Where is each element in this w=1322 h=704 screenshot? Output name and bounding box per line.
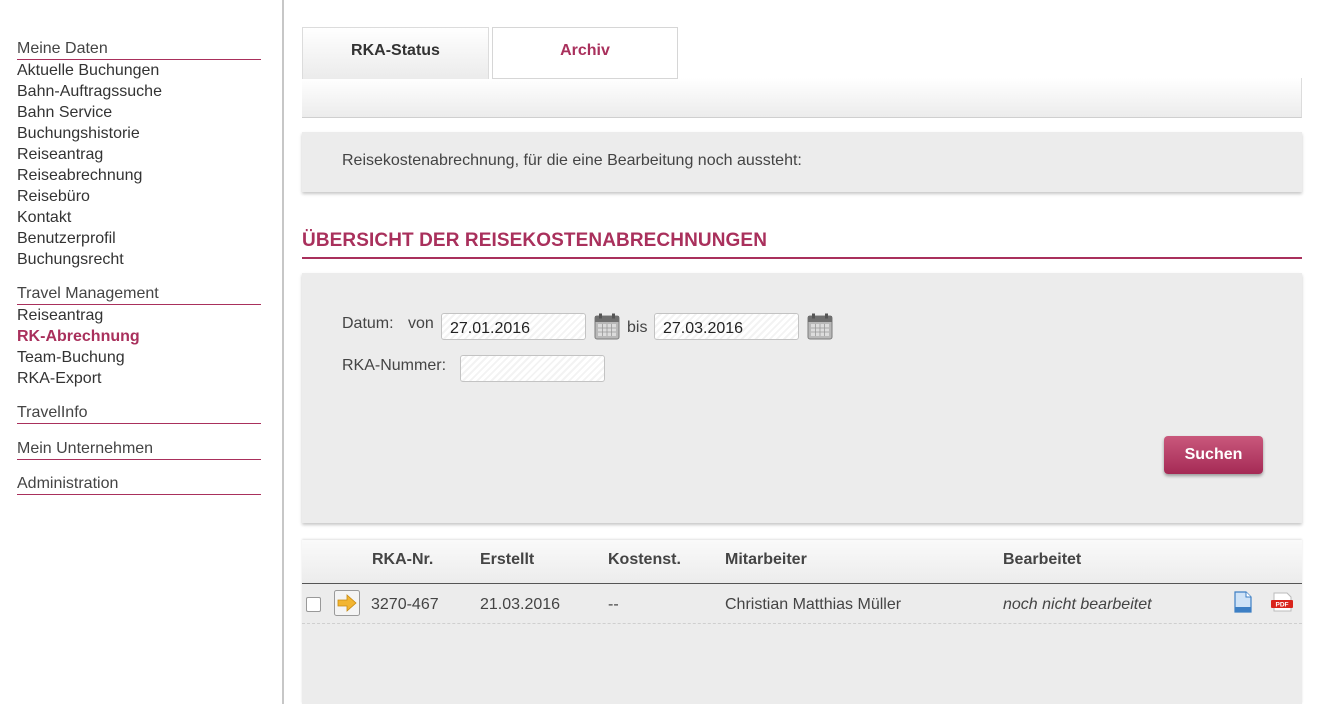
date-to-input[interactable] (654, 313, 799, 340)
svg-text:PDF: PDF (1276, 602, 1289, 609)
col-rka-nr[interactable]: RKA-Nr. (372, 551, 433, 569)
nav-head-mein-unternehmen[interactable]: Mein Unternehmen (17, 439, 261, 460)
info-panel: Reisekostenabrechnung, für die eine Bear… (302, 132, 1302, 192)
info-text: Reisekostenabrechnung, für die eine Bear… (342, 152, 802, 169)
nav-group-travelinfo: TravelInfo (17, 403, 261, 424)
nav-head-administration[interactable]: Administration (17, 474, 261, 495)
cell-rka-nr: 3270-467 (371, 596, 439, 613)
nav-group-travel-management: Travel Management Reiseantrag RK-Abrechn… (17, 284, 261, 389)
sidebar-item-rk-abrechnung[interactable]: RK-Abrechnung (17, 326, 261, 347)
results-table: RKA-Nr. Erstellt Kostenst. Mitarbeiter B… (302, 540, 1302, 704)
col-bearbeitet[interactable]: Bearbeitet (1003, 551, 1081, 569)
cell-bearbeitet: noch nicht bearbeitet (1003, 596, 1152, 613)
sidebar-item-aktuelle-buchungen[interactable]: Aktuelle Buchungen (17, 60, 261, 81)
nav-group-mein-unternehmen: Mein Unternehmen (17, 439, 261, 460)
sidebar-item-reisebuero[interactable]: Reisebüro (17, 186, 261, 207)
pdf-icon[interactable]: PDF (1270, 592, 1294, 612)
calendar-icon[interactable] (594, 313, 620, 340)
cell-mitarbeiter: Christian Matthias Müller (725, 596, 902, 613)
sidebar-item-rka-export[interactable]: RKA-Export (17, 368, 261, 389)
date-label: Datum: (342, 315, 394, 332)
tab-archiv[interactable]: Archiv (492, 27, 678, 79)
table-header: RKA-Nr. Erstellt Kostenst. Mitarbeiter B… (302, 540, 1302, 584)
cell-erstellt: 21.03.2016 (480, 596, 561, 613)
cell-kostenstelle: -- (608, 596, 619, 613)
sidebar-item-benutzerprofil[interactable]: Benutzerprofil (17, 228, 261, 249)
search-button[interactable]: Suchen (1164, 436, 1263, 474)
nav-head-travel-management[interactable]: Travel Management (17, 284, 261, 305)
sidebar-item-reiseabrechnung[interactable]: Reiseabrechnung (17, 165, 261, 186)
rka-number-input[interactable] (460, 355, 605, 382)
document-icon[interactable] (1234, 591, 1252, 613)
nav-head-travelinfo[interactable]: TravelInfo (17, 403, 261, 424)
row-checkbox[interactable] (306, 597, 321, 612)
col-erstellt[interactable]: Erstellt (480, 551, 534, 569)
arrow-right-icon[interactable] (334, 590, 360, 616)
col-kostenstelle[interactable]: Kostenst. (608, 551, 681, 569)
section-title: ÜBERSICHT DER REISEKOSTENABRECHNUNGEN (302, 230, 1302, 259)
table-row: 3270-467 21.03.2016 -- Christian Matthia… (302, 584, 1302, 624)
sidebar-nav: Meine Daten Aktuelle Buchungen Bahn-Auft… (0, 0, 284, 704)
sidebar-item-tm-reiseantrag[interactable]: Reiseantrag (17, 305, 261, 326)
filter-panel: Datum: von bis RKA-Nummer: Suchen (302, 273, 1302, 523)
sidebar-item-bahn-service[interactable]: Bahn Service (17, 102, 261, 123)
sidebar-item-bahn-auftragssuche[interactable]: Bahn-Auftragssuche (17, 81, 261, 102)
tab-rka-status[interactable]: RKA-Status (302, 27, 489, 79)
sidebar-item-buchungsrecht[interactable]: Buchungsrecht (17, 249, 261, 270)
nav-group-administration: Administration (17, 474, 261, 495)
date-from-label: von (408, 315, 434, 332)
main-content: RKA-Status Archiv Reisekostenabrechnung,… (302, 0, 1302, 704)
tab-strip (302, 78, 1302, 118)
sidebar-item-buchungshistorie[interactable]: Buchungshistorie (17, 123, 261, 144)
nav-head-meine-daten[interactable]: Meine Daten (17, 39, 261, 60)
calendar-icon[interactable] (807, 313, 833, 340)
col-mitarbeiter[interactable]: Mitarbeiter (725, 551, 807, 569)
nav-group-meine-daten: Meine Daten Aktuelle Buchungen Bahn-Auft… (17, 39, 261, 270)
sidebar-item-reiseantrag[interactable]: Reiseantrag (17, 144, 261, 165)
date-from-input[interactable] (441, 313, 586, 340)
rka-number-label: RKA-Nummer: (342, 357, 447, 374)
sidebar-item-team-buchung[interactable]: Team-Buchung (17, 347, 261, 368)
sidebar-item-kontakt[interactable]: Kontakt (17, 207, 261, 228)
date-to-label: bis (627, 319, 648, 336)
